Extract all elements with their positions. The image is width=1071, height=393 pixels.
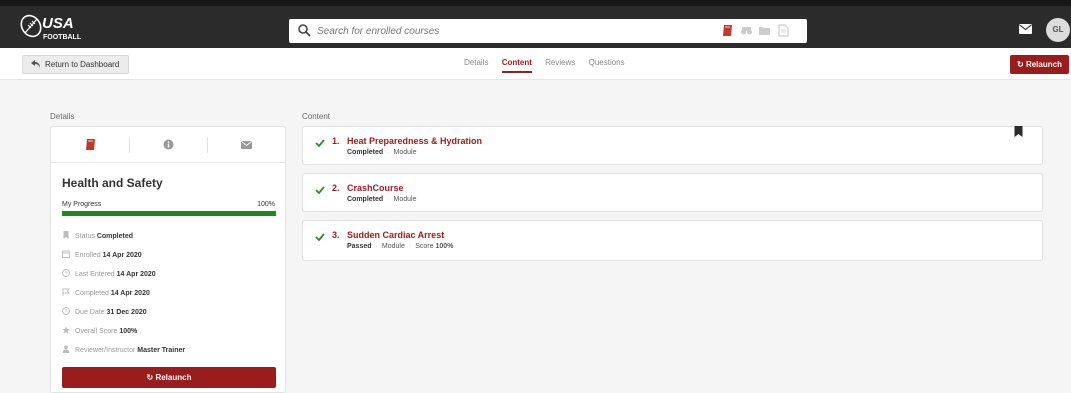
last-entered-label: Last Entered bbox=[75, 271, 115, 278]
refresh-icon: ↻ bbox=[146, 373, 154, 382]
item-score: 100% bbox=[435, 243, 454, 250]
overall-score-value: 100% bbox=[119, 328, 138, 335]
star-icon bbox=[62, 326, 70, 334]
item-type: Module bbox=[393, 196, 417, 203]
calendar-icon bbox=[62, 250, 70, 258]
search-input[interactable] bbox=[317, 21, 697, 41]
svg-text:FOOTBALL: FOOTBALL bbox=[43, 34, 82, 41]
enrolled-row: Enrolled 14 Apr 2020 bbox=[62, 250, 142, 260]
learning-path-filter-icon[interactable] bbox=[740, 24, 753, 37]
course-subnav: Return to Dashboard Details Content Revi… bbox=[0, 48, 1071, 80]
user-icon bbox=[62, 345, 70, 353]
course-tabs: Details Content Reviews Questions bbox=[464, 58, 636, 73]
reviewer-row: Reviewer/Instructor Master Trainer bbox=[62, 345, 185, 355]
course-title: Health and Safety bbox=[62, 176, 163, 190]
completed-value: 14 Apr 2020 bbox=[110, 290, 150, 297]
bookmark-icon[interactable] bbox=[1014, 126, 1023, 137]
return-to-dashboard-label: Return to Dashboard bbox=[45, 60, 120, 69]
clock-icon bbox=[62, 269, 70, 277]
reviewer-label: Reviewer/Instructor bbox=[75, 347, 136, 354]
relaunch-button[interactable]: ↻ Relaunch bbox=[1010, 55, 1069, 74]
overall-score-row: Overall Score 100% bbox=[62, 326, 137, 336]
completed-label: Completed bbox=[75, 290, 109, 297]
item-meta: Completed · Module bbox=[347, 196, 417, 203]
user-avatar[interactable]: GL bbox=[1046, 18, 1070, 42]
clock-icon bbox=[62, 307, 70, 315]
due-date-label: Due Date bbox=[75, 309, 105, 316]
folder-filter-icon[interactable] bbox=[758, 24, 771, 37]
progress-bar bbox=[62, 211, 276, 216]
content-section-label: Content bbox=[302, 112, 331, 121]
content-item[interactable]: 1. Heat Preparedness & Hydration Complet… bbox=[302, 126, 1043, 165]
top-bar: USA FOOTBALL GL bbox=[0, 0, 1071, 48]
item-status: Passed bbox=[347, 243, 372, 250]
info-icon[interactable] bbox=[163, 139, 174, 150]
usa-football-logo[interactable]: USA FOOTBALL bbox=[20, 12, 94, 44]
status-label: Status bbox=[75, 233, 95, 240]
course-book-icon[interactable] bbox=[85, 139, 96, 150]
item-title[interactable]: Heat Preparedness & Hydration bbox=[347, 136, 482, 146]
relaunch-label: Relaunch bbox=[1025, 60, 1062, 69]
overall-score-label: Overall Score bbox=[75, 328, 118, 335]
status-row: Status Completed bbox=[62, 231, 133, 241]
document-filter-icon[interactable] bbox=[777, 24, 790, 37]
reviewer-value: Master Trainer bbox=[137, 347, 186, 354]
back-arrow-icon bbox=[31, 60, 40, 68]
progress-bar-fill bbox=[62, 211, 276, 216]
checkmark-icon bbox=[315, 186, 325, 194]
tab-divider bbox=[129, 137, 130, 153]
enrolled-value: 14 Apr 2020 bbox=[102, 252, 142, 259]
item-title[interactable]: CrashCourse bbox=[347, 183, 404, 193]
item-type: Module bbox=[393, 149, 417, 156]
details-panel: Health and Safety My Progress 100% Statu… bbox=[50, 126, 286, 393]
progress-label: My Progress bbox=[62, 201, 102, 208]
tab-reviews[interactable]: Reviews bbox=[545, 58, 575, 71]
relaunch-label: Relaunch bbox=[155, 373, 192, 382]
last-entered-value: 14 Apr 2020 bbox=[116, 271, 156, 278]
details-tab-strip bbox=[51, 127, 285, 163]
content-item[interactable]: 3. Sudden Cardiac Arrest Passed · Module · S… bbox=[302, 220, 1043, 261]
tab-divider bbox=[207, 137, 208, 153]
bookmark-icon bbox=[63, 231, 69, 239]
item-meta: Completed · Module bbox=[347, 149, 417, 156]
search-icon bbox=[298, 24, 311, 37]
tab-questions[interactable]: Questions bbox=[589, 58, 625, 71]
item-status: Completed bbox=[347, 149, 384, 156]
svg-text:USA: USA bbox=[42, 15, 74, 32]
tab-details[interactable]: Details bbox=[464, 58, 488, 71]
checkmark-icon bbox=[315, 139, 325, 147]
item-status: Completed bbox=[347, 196, 384, 203]
course-filter-icon[interactable] bbox=[721, 24, 734, 37]
item-score-label: Score bbox=[415, 243, 434, 250]
completed-row: Completed 14 Apr 2020 bbox=[62, 288, 150, 298]
item-number: 2. bbox=[332, 183, 340, 193]
relaunch-course-button[interactable]: ↻ Relaunch bbox=[62, 367, 276, 388]
last-entered-row: Last Entered 14 Apr 2020 bbox=[62, 269, 156, 279]
tab-content[interactable]: Content bbox=[501, 58, 532, 73]
flag-icon bbox=[62, 288, 70, 296]
item-meta: Passed · Module · Score 100% bbox=[347, 243, 454, 250]
status-value: Completed bbox=[96, 233, 133, 240]
return-to-dashboard-button[interactable]: Return to Dashboard bbox=[22, 55, 130, 74]
enrolled-label: Enrolled bbox=[75, 252, 101, 259]
checkmark-icon bbox=[315, 233, 325, 241]
messages-icon[interactable] bbox=[1019, 24, 1032, 34]
item-title[interactable]: Sudden Cardiac Arrest bbox=[347, 230, 444, 240]
envelope-icon[interactable] bbox=[241, 139, 252, 150]
item-number: 3. bbox=[332, 230, 340, 240]
due-date-value: 31 Dec 2020 bbox=[106, 309, 147, 316]
item-type: Module bbox=[381, 243, 405, 250]
progress-percent: 100% bbox=[257, 201, 275, 208]
content-item[interactable]: 2. CrashCourse Completed · Module bbox=[302, 173, 1043, 212]
due-date-row: Due Date 31 Dec 2020 bbox=[62, 307, 147, 317]
details-section-label: Details bbox=[50, 112, 75, 121]
course-search bbox=[289, 19, 807, 43]
item-number: 1. bbox=[332, 136, 340, 146]
refresh-icon: ↻ bbox=[1017, 60, 1024, 69]
